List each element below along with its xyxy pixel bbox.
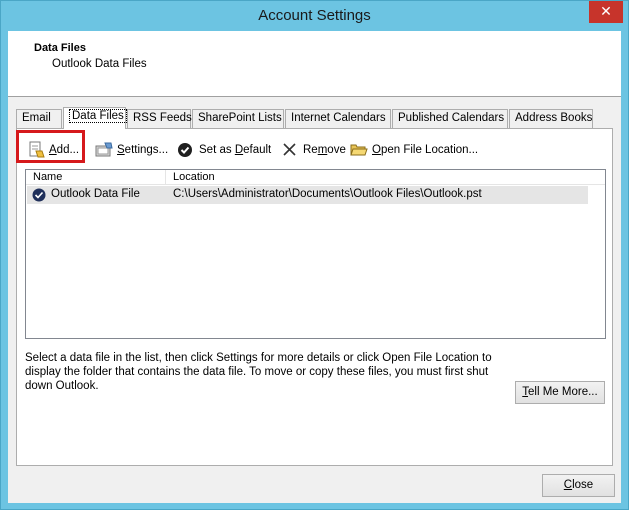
remove-button-label: Remove	[303, 144, 346, 156]
tab-published-calendars[interactable]: Published Calendars	[392, 109, 508, 128]
tab-internet-calendars[interactable]: Internet Calendars	[285, 109, 391, 128]
data-files-list[interactable]: Name Location Outlook Data File C:\Users…	[25, 169, 606, 339]
tab-address-books[interactable]: Address Books	[509, 109, 593, 128]
list-header: Name Location	[26, 170, 605, 185]
tab-label: Email	[22, 112, 51, 124]
account-settings-window: Account Settings ✕ Data Files Outlook Da…	[0, 0, 629, 510]
remove-x-icon	[281, 141, 299, 159]
row-location: C:\Users\Administrator\Documents\Outlook…	[173, 188, 482, 200]
column-divider[interactable]	[165, 170, 166, 185]
tab-rss-feeds[interactable]: RSS Feeds	[127, 109, 192, 128]
window-title: Account Settings	[258, 7, 371, 24]
header-subtitle: Outlook Data Files	[52, 58, 147, 70]
tab-label: RSS Feeds	[133, 112, 192, 124]
tab-label: SharePoint Lists	[198, 112, 282, 124]
add-file-icon	[27, 141, 45, 159]
set-as-default-label: Set as Default	[199, 144, 272, 156]
column-header-name[interactable]: Name	[33, 171, 62, 183]
tab-email[interactable]: Email	[16, 109, 62, 128]
close-button[interactable]: Close	[542, 474, 615, 497]
table-row[interactable]: Outlook Data File C:\Users\Administrator…	[27, 186, 588, 204]
tab-label: Data Files	[69, 109, 127, 123]
add-button-label: Add...	[49, 144, 80, 156]
settings-icon	[95, 141, 113, 159]
set-as-default-button[interactable]: Set as Default	[177, 139, 271, 161]
header-title: Data Files	[34, 42, 86, 54]
tab-label: Published Calendars	[398, 112, 505, 124]
dialog-body: Data Files Outlook Data Files Email Data…	[8, 31, 621, 503]
open-file-location-label: Open File Location...	[372, 144, 479, 156]
tab-sharepoint-lists[interactable]: SharePoint Lists	[192, 109, 284, 128]
add-button[interactable]: Add...	[27, 139, 79, 161]
tell-me-more-button[interactable]: Tell Me More...	[515, 381, 605, 404]
remove-button[interactable]: Remove	[281, 139, 346, 161]
checkmark-circle-icon	[177, 141, 195, 159]
data-files-panel: Add... Settings... Set as Default Remove…	[16, 128, 613, 466]
settings-button-label: Settings...	[117, 144, 169, 156]
default-data-file-icon	[32, 188, 46, 202]
description-text: Select a data file in the list, then cli…	[25, 352, 492, 392]
tab-label: Internet Calendars	[291, 112, 386, 124]
tab-data-files[interactable]: Data Files	[63, 107, 127, 129]
dialog-header: Data Files Outlook Data Files	[8, 31, 621, 97]
toolbar: Add... Settings... Set as Default Remove…	[17, 139, 607, 161]
settings-button[interactable]: Settings...	[95, 139, 168, 161]
title-bar[interactable]: Account Settings ✕	[1, 1, 628, 31]
tab-label: Address Books	[515, 112, 593, 124]
window-close-button[interactable]: ✕	[589, 1, 623, 23]
folder-icon	[350, 141, 368, 159]
open-file-location-button[interactable]: Open File Location...	[350, 139, 478, 161]
row-name: Outlook Data File	[51, 188, 140, 200]
column-header-location[interactable]: Location	[173, 171, 215, 183]
